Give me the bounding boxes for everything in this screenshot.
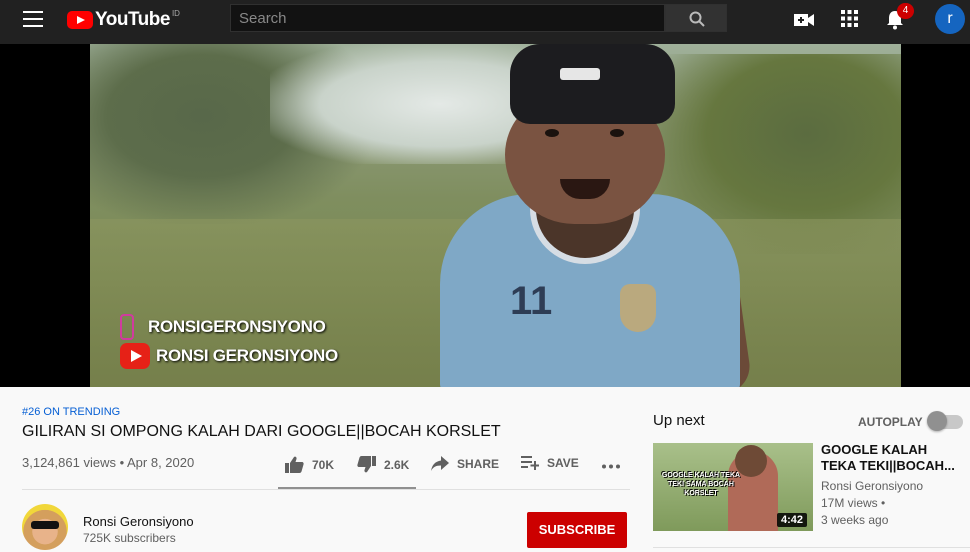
jersey-number: 11 [510, 279, 553, 323]
subscriber-count: 725K subscribers [83, 531, 176, 545]
notification-count-badge: 4 [897, 3, 914, 19]
add-to-playlist-icon [521, 456, 539, 470]
autoplay-toggle-knob[interactable] [927, 411, 947, 431]
related-video-age: 3 weeks ago [821, 513, 889, 527]
dislike-count: 2.6K [384, 457, 410, 472]
channel-avatar[interactable] [22, 504, 68, 550]
logo-region: ID [171, 9, 180, 18]
autoplay-label: AUTOPLAY [858, 415, 923, 429]
up-next-heading: Up next [653, 412, 705, 429]
kid-eye-right [610, 129, 624, 137]
view-count-date: 3,124,861 views • Apr 8, 2020 [22, 455, 195, 470]
watermark-youtube: RONSI GERONSIYONO [120, 343, 338, 369]
watermark-youtube-text: RONSI GERONSIYONO [156, 346, 338, 365]
video-duration: 4:42 [777, 513, 808, 527]
video-frame[interactable]: 11 RONSIGERONSIYONO RONSI GERONSIYONO [90, 44, 901, 387]
youtube-logo-icon [67, 11, 93, 29]
search-button[interactable] [665, 4, 727, 32]
related-video-title[interactable]: GOOGLE KALAH TEKA TEKI||BOCAH... [821, 442, 961, 474]
like-count: 70K [312, 457, 335, 472]
thumbnail-caption: GOOGLE KALAH TEKA TEKI SAMA BOCAH KORSLE… [661, 472, 741, 497]
menu-icon[interactable] [23, 11, 43, 27]
like-button[interactable]: 70K [285, 456, 334, 473]
avatar-glasses [31, 521, 59, 529]
search-input[interactable]: Search [230, 4, 665, 32]
masthead: YouTube ID Search 4 r [0, 0, 970, 44]
save-button[interactable]: SAVE [521, 456, 579, 470]
share-arrow-icon [431, 456, 449, 471]
youtube-logo[interactable]: YouTube ID [67, 9, 180, 31]
subscribe-button[interactable]: SUBSCRIBE [527, 512, 627, 548]
more-options-icon[interactable] [602, 464, 620, 469]
save-label: SAVE [547, 456, 579, 470]
share-button[interactable]: SHARE [431, 456, 499, 471]
kid-eye-left [545, 129, 559, 137]
watermark-instagram: RONSIGERONSIYONO [120, 314, 326, 340]
account-avatar[interactable]: r [935, 4, 965, 34]
video-player[interactable]: 11 RONSIGERONSIYONO RONSI GERONSIYONO [0, 44, 970, 387]
related-video-channel: Ronsi Geronsiyono [821, 479, 924, 493]
share-label: SHARE [457, 456, 500, 471]
watermark-instagram-text: RONSIGERONSIYONO [148, 317, 326, 336]
channel-name[interactable]: Ronsi Geronsiyono [83, 514, 194, 529]
jersey-crest [620, 284, 656, 332]
thumbs-down-icon [357, 456, 376, 473]
logo-text: YouTube [95, 9, 170, 30]
dislike-button[interactable]: 2.6K [357, 456, 409, 473]
divider [653, 547, 970, 548]
kid-cap [510, 44, 675, 124]
related-video-views: 17M views • [821, 496, 886, 510]
search-icon [689, 11, 705, 27]
kid-cap-strap [560, 68, 600, 80]
video-info: #26 ON TRENDING GILIRAN SI OMPONG KALAH … [0, 387, 640, 552]
create-video-icon[interactable] [793, 12, 815, 28]
trending-link[interactable]: #26 ON TRENDING [22, 406, 120, 418]
divider [22, 489, 630, 490]
instagram-icon [120, 314, 134, 340]
video-title: GILIRAN SI OMPONG KALAH DARI GOOGLE||BOC… [22, 423, 501, 440]
youtube-play-icon [120, 343, 150, 369]
thumbs-up-icon [285, 456, 304, 473]
apps-grid-icon[interactable] [841, 10, 858, 27]
